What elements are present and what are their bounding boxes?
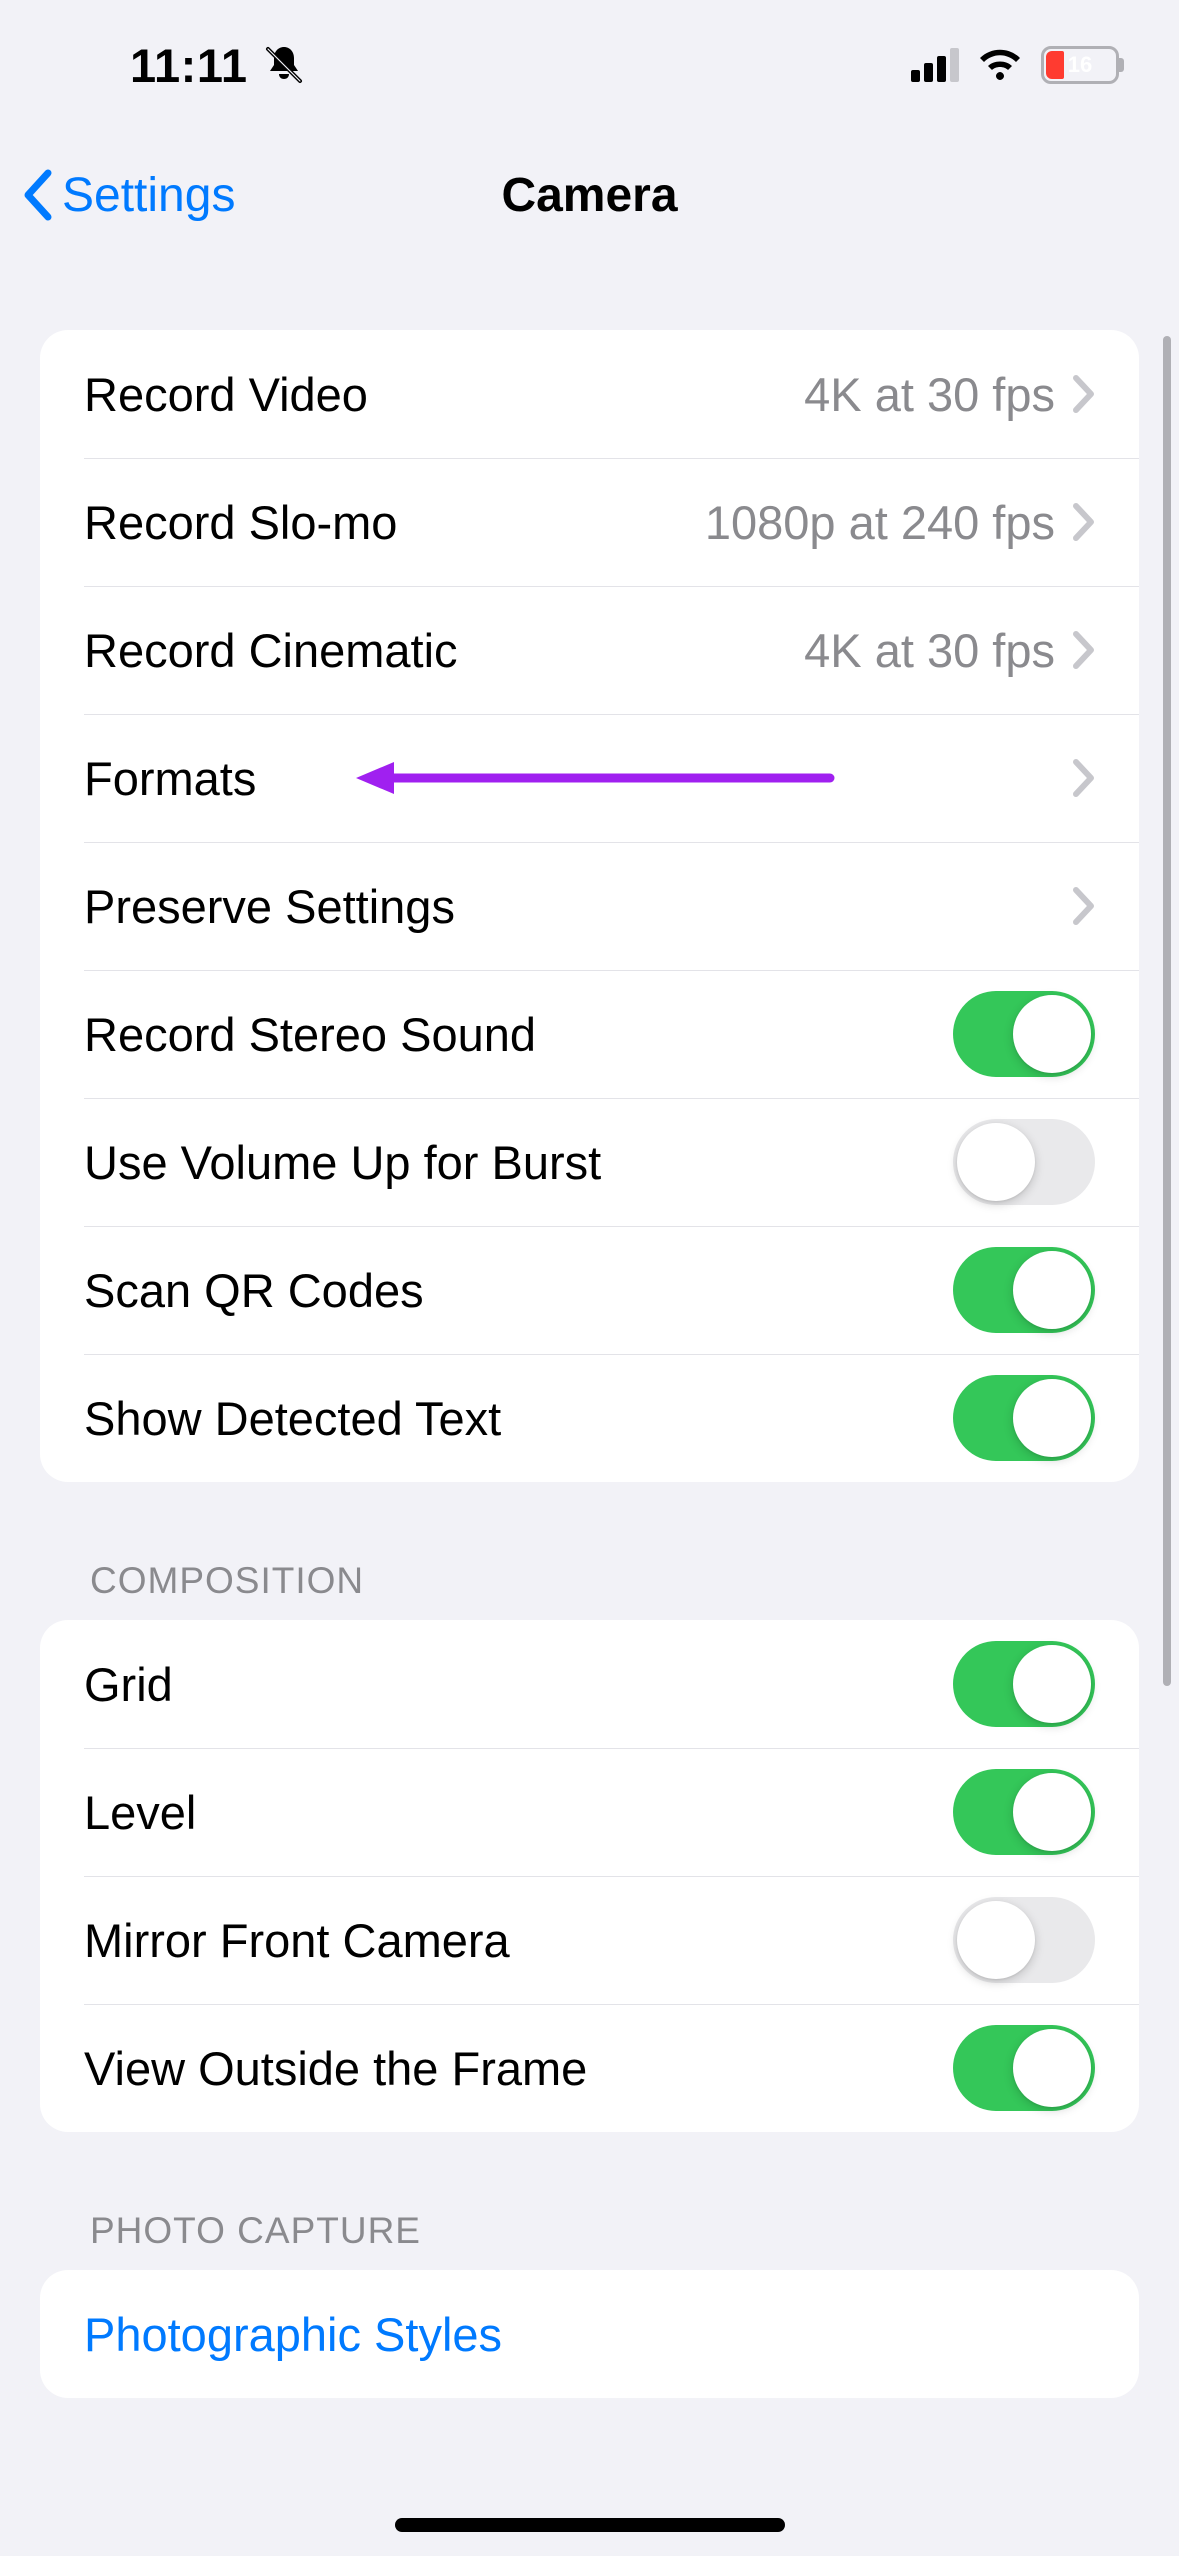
row-label: Photographic Styles (84, 2307, 1095, 2362)
settings-content: Record Video 4K at 30 fps Record Slo-mo … (0, 330, 1179, 2398)
row-view-outside-frame: View Outside the Frame (40, 2004, 1139, 2132)
do-not-disturb-icon (262, 43, 306, 87)
row-record-stereo-sound: Record Stereo Sound (40, 970, 1139, 1098)
row-volume-up-burst: Use Volume Up for Burst (40, 1098, 1139, 1226)
row-detail: 1080p at 240 fps (705, 495, 1055, 550)
page-title: Camera (501, 168, 677, 223)
row-record-video[interactable]: Record Video 4K at 30 fps (40, 330, 1139, 458)
row-preserve-settings[interactable]: Preserve Settings (40, 842, 1139, 970)
row-record-slomo[interactable]: Record Slo-mo 1080p at 240 fps (40, 458, 1139, 586)
nav-bar: Settings Camera (0, 130, 1179, 260)
battery-icon: 16 (1041, 46, 1119, 84)
row-grid: Grid (40, 1620, 1139, 1748)
row-label: Scan QR Codes (84, 1263, 953, 1318)
chevron-right-icon (1073, 887, 1095, 925)
toggle-level[interactable] (953, 1769, 1095, 1855)
settings-group-main: Record Video 4K at 30 fps Record Slo-mo … (40, 330, 1139, 1482)
toggle-mirror-front-camera[interactable] (953, 1897, 1095, 1983)
group-header-photo-capture: Photo Capture (90, 2210, 1139, 2252)
group-header-composition: Composition (90, 1560, 1139, 1602)
back-label: Settings (62, 168, 235, 223)
row-label: Record Stereo Sound (84, 1007, 953, 1062)
chevron-right-icon (1073, 759, 1095, 797)
toggle-grid[interactable] (953, 1641, 1095, 1727)
row-label: Show Detected Text (84, 1391, 953, 1446)
chevron-right-icon (1073, 503, 1095, 541)
wifi-icon (977, 48, 1023, 82)
status-time: 11:11 (130, 38, 248, 93)
toggle-show-detected-text[interactable] (953, 1375, 1095, 1461)
row-label: Use Volume Up for Burst (84, 1135, 953, 1190)
chevron-right-icon (1073, 375, 1095, 413)
row-label: Mirror Front Camera (84, 1913, 953, 1968)
row-show-detected-text: Show Detected Text (40, 1354, 1139, 1482)
chevron-left-icon (20, 169, 56, 221)
row-label: Record Slo-mo (84, 495, 705, 550)
row-record-cinematic[interactable]: Record Cinematic 4K at 30 fps (40, 586, 1139, 714)
row-mirror-front-camera: Mirror Front Camera (40, 1876, 1139, 2004)
status-left: 11:11 (130, 38, 306, 93)
row-label: View Outside the Frame (84, 2041, 953, 2096)
row-formats[interactable]: Formats (40, 714, 1139, 842)
row-photographic-styles[interactable]: Photographic Styles (40, 2270, 1139, 2398)
battery-percent: 16 (1068, 52, 1092, 77)
chevron-right-icon (1073, 631, 1095, 669)
row-label: Record Video (84, 367, 804, 422)
row-level: Level (40, 1748, 1139, 1876)
toggle-scan-qr-codes[interactable] (953, 1247, 1095, 1333)
row-label: Level (84, 1785, 953, 1840)
status-bar: 11:11 16 (0, 0, 1179, 130)
row-label: Grid (84, 1657, 953, 1712)
row-scan-qr-codes: Scan QR Codes (40, 1226, 1139, 1354)
toggle-record-stereo-sound[interactable] (953, 991, 1095, 1077)
toggle-view-outside-frame[interactable] (953, 2025, 1095, 2111)
annotation-arrow-icon (350, 758, 840, 798)
settings-group-photo-capture: Photographic Styles (40, 2270, 1139, 2398)
row-detail: 4K at 30 fps (804, 367, 1055, 422)
status-right: 16 (911, 46, 1119, 84)
settings-group-composition: Grid Level Mirror Front Camera View Outs… (40, 1620, 1139, 2132)
scroll-indicator[interactable] (1163, 336, 1171, 1686)
cellular-signal-icon (911, 48, 959, 82)
toggle-volume-up-burst[interactable] (953, 1119, 1095, 1205)
row-detail: 4K at 30 fps (804, 623, 1055, 678)
home-indicator[interactable] (395, 2518, 785, 2532)
row-label: Record Cinematic (84, 623, 804, 678)
row-label: Preserve Settings (84, 879, 1073, 934)
back-button[interactable]: Settings (20, 168, 235, 223)
